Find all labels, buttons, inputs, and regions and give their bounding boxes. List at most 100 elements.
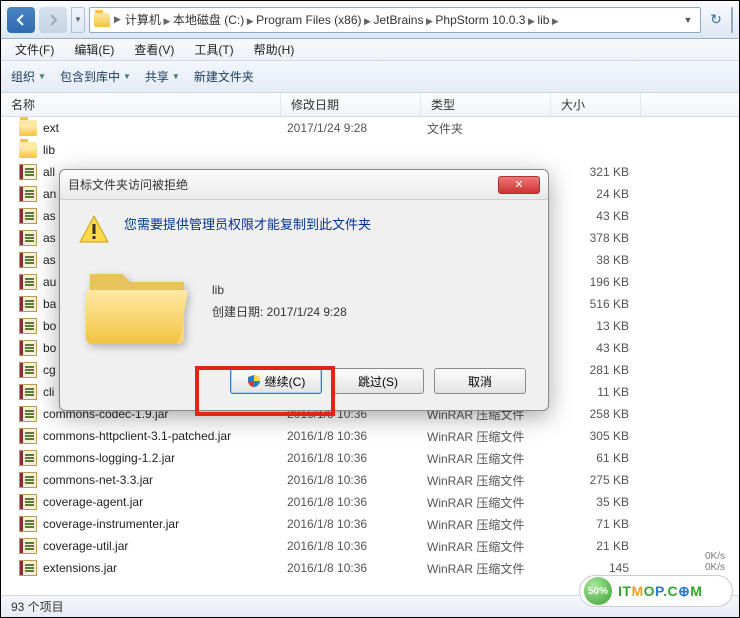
- archive-icon: [19, 538, 37, 554]
- file-name: extensions.jar: [43, 561, 287, 575]
- col-size[interactable]: 大小: [551, 93, 641, 116]
- archive-icon: [19, 450, 37, 466]
- continue-button[interactable]: 继续(C): [230, 368, 322, 394]
- archive-icon: [19, 362, 37, 378]
- breadcrumb-item[interactable]: 计算机: [125, 13, 161, 27]
- address-bar[interactable]: ▶ 计算机 ▶ 本地磁盘 (C:) ▶ Program Files (x86) …: [89, 7, 701, 33]
- archive-icon: [19, 164, 37, 180]
- file-date: 2016/1/8 10:36: [287, 451, 427, 465]
- file-name: commons-logging-1.2.jar: [43, 451, 287, 465]
- toolbar: 组织▼ 包含到库中▼ 共享▼ 新建文件夹: [1, 61, 739, 93]
- file-name: ext: [43, 121, 287, 135]
- breadcrumb-item[interactable]: lib: [537, 13, 549, 27]
- archive-icon: [19, 252, 37, 268]
- chevron-right-icon: ▶: [244, 16, 256, 26]
- file-type: WinRAR 压缩文件: [427, 428, 557, 445]
- folder-name-label: lib: [212, 280, 347, 302]
- archive-icon: [19, 274, 37, 290]
- menu-tools[interactable]: 工具(T): [188, 39, 239, 60]
- nav-forward-button[interactable]: [39, 7, 67, 33]
- breadcrumb-item[interactable]: Program Files (x86): [256, 13, 361, 27]
- tool-share[interactable]: 共享▼: [145, 68, 180, 85]
- menu-edit[interactable]: 编辑(E): [68, 39, 120, 60]
- archive-icon: [19, 384, 37, 400]
- archive-icon: [19, 230, 37, 246]
- file-type: 文件夹: [427, 120, 557, 137]
- file-row[interactable]: commons-net-3.3.jar2016/1/8 10:36WinRAR …: [1, 469, 739, 491]
- file-row[interactable]: commons-logging-1.2.jar2016/1/8 10:36Win…: [1, 447, 739, 469]
- nav-back-button[interactable]: [7, 7, 35, 33]
- file-row[interactable]: coverage-instrumenter.jar2016/1/8 10:36W…: [1, 513, 739, 535]
- file-date: 2016/1/8 10:36: [287, 473, 427, 487]
- menu-bar: 文件(F) 编辑(E) 查看(V) 工具(T) 帮助(H): [1, 39, 739, 61]
- file-name: commons-net-3.3.jar: [43, 473, 287, 487]
- chevron-right-icon: ▶: [525, 16, 537, 26]
- file-name: lib: [43, 143, 287, 157]
- file-row[interactable]: lib: [1, 139, 739, 161]
- col-date[interactable]: 修改日期: [281, 93, 421, 116]
- breadcrumb-item[interactable]: PhpStorm 10.0.3: [435, 13, 525, 27]
- uac-shield-icon: [247, 374, 261, 388]
- file-size: 24 KB: [557, 187, 643, 201]
- file-size: 516 KB: [557, 297, 643, 311]
- file-type: WinRAR 压缩文件: [427, 538, 557, 555]
- tool-organize[interactable]: 组织▼: [11, 68, 46, 85]
- file-size: 281 KB: [557, 363, 643, 377]
- tool-new-folder[interactable]: 新建文件夹: [194, 68, 254, 85]
- file-type: WinRAR 压缩文件: [427, 450, 557, 467]
- folder-icon: [94, 13, 110, 27]
- file-date: 2016/1/8 10:36: [287, 517, 427, 531]
- access-denied-dialog: 目标文件夹访问被拒绝 ✕ 您需要提供管理员权限才能复制到此文件夹 lib 创建日…: [59, 169, 549, 411]
- file-size: 196 KB: [557, 275, 643, 289]
- cancel-button[interactable]: 取消: [434, 368, 526, 394]
- nav-history-dropdown[interactable]: ▼: [71, 7, 85, 33]
- menu-help[interactable]: 帮助(H): [248, 39, 301, 60]
- file-row[interactable]: coverage-agent.jar2016/1/8 10:36WinRAR 压…: [1, 491, 739, 513]
- file-row[interactable]: ext2017/1/24 9:28文件夹: [1, 117, 739, 139]
- file-size: 305 KB: [557, 429, 643, 443]
- breadcrumb-item[interactable]: 本地磁盘 (C:): [173, 13, 244, 27]
- archive-icon: [19, 560, 37, 576]
- column-headers: 名称 修改日期 类型 大小: [1, 93, 739, 117]
- file-date: 2016/1/8 10:36: [287, 429, 427, 443]
- file-size: 35 KB: [557, 495, 643, 509]
- file-name: coverage-agent.jar: [43, 495, 287, 509]
- file-name: coverage-instrumenter.jar: [43, 517, 287, 531]
- dialog-close-button[interactable]: ✕: [498, 176, 540, 194]
- menu-file[interactable]: 文件(F): [9, 39, 60, 60]
- folder-info: lib 创建日期: 2017/1/24 9:28: [212, 280, 347, 323]
- folder-icon: [19, 120, 37, 136]
- dialog-titlebar[interactable]: 目标文件夹访问被拒绝 ✕: [60, 170, 548, 200]
- archive-icon: [19, 318, 37, 334]
- refresh-button[interactable]: ↻: [705, 9, 727, 31]
- chevron-right-icon: ▶: [362, 16, 374, 26]
- menu-view[interactable]: 查看(V): [128, 39, 180, 60]
- archive-icon: [19, 472, 37, 488]
- file-date: 2016/1/8 10:36: [287, 561, 427, 575]
- file-size: 43 KB: [557, 209, 643, 223]
- tool-include-library[interactable]: 包含到库中▼: [60, 68, 131, 85]
- search-box[interactable]: [731, 7, 733, 33]
- file-size: 258 KB: [557, 407, 643, 421]
- file-date: 2016/1/8 10:36: [287, 539, 427, 553]
- file-size: 13 KB: [557, 319, 643, 333]
- file-size: 71 KB: [557, 517, 643, 531]
- col-name[interactable]: 名称: [1, 93, 281, 116]
- file-row[interactable]: commons-httpclient-3.1-patched.jar2016/1…: [1, 425, 739, 447]
- address-dropdown-icon[interactable]: ▼: [680, 15, 696, 25]
- skip-button[interactable]: 跳过(S): [332, 368, 424, 394]
- watermark-pill: 50% ITMOP.C⊕M: [579, 575, 733, 607]
- archive-icon: [19, 340, 37, 356]
- file-size: 11 KB: [557, 385, 643, 399]
- file-size: 21 KB: [557, 539, 643, 553]
- watermark-percent: 50%: [584, 577, 612, 605]
- chevron-right-icon: ▶: [549, 16, 558, 26]
- file-row[interactable]: coverage-util.jar2016/1/8 10:36WinRAR 压缩…: [1, 535, 739, 557]
- breadcrumb-item[interactable]: JetBrains: [373, 13, 423, 27]
- watermark-logo: ITMOP.C⊕M: [618, 583, 702, 600]
- archive-icon: [19, 494, 37, 510]
- archive-icon: [19, 428, 37, 444]
- col-type[interactable]: 类型: [421, 93, 551, 116]
- archive-icon: [19, 186, 37, 202]
- archive-icon: [19, 516, 37, 532]
